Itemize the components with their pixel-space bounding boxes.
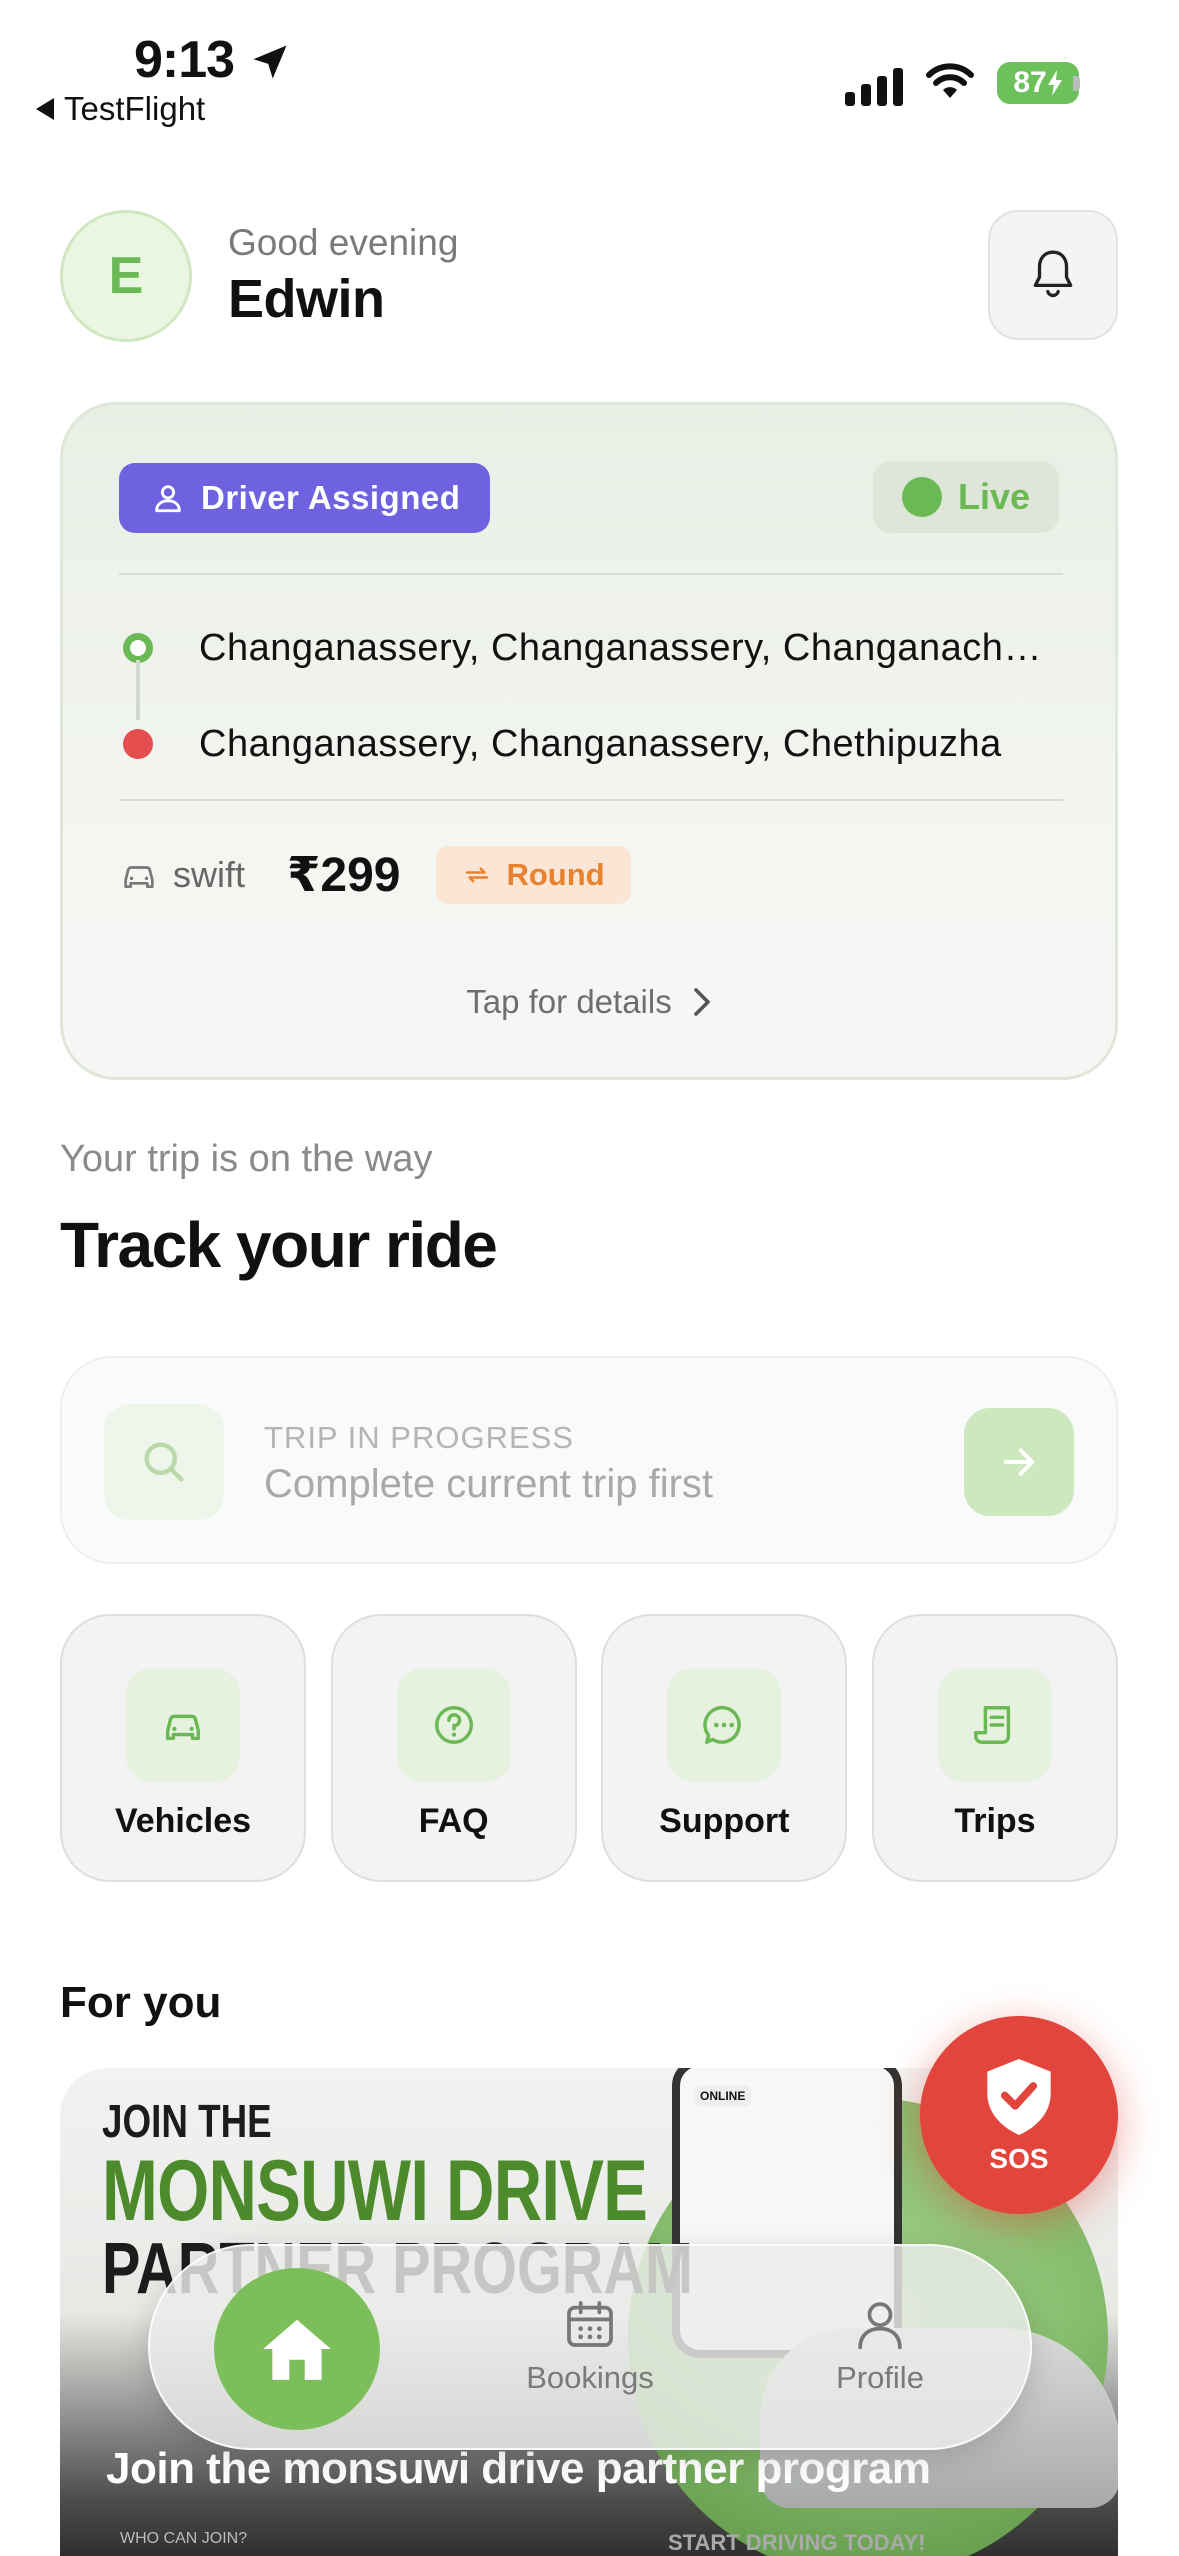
action-label: Trips (954, 1802, 1036, 1840)
action-label: Vehicles (114, 1802, 252, 1840)
question-icon (396, 1668, 511, 1782)
round-trip-badge: Round (436, 846, 631, 904)
back-app-label: TestFlight (64, 90, 206, 127)
action-label: FAQ (418, 1802, 489, 1840)
nav-profile[interactable]: Profile (780, 2296, 980, 2396)
wifi-icon (926, 63, 974, 98)
chat-icon (667, 1668, 782, 1782)
card-divider-bottom (119, 799, 1063, 801)
car-icon (126, 1668, 240, 1782)
nav-bookings[interactable]: Bookings (490, 2296, 690, 2396)
live-label: Live (957, 476, 1031, 517)
tap-for-details-link[interactable]: Tap for details (63, 983, 1115, 1021)
status-time: 9:13 (134, 31, 235, 89)
action-faq[interactable]: FAQ (330, 1614, 577, 1882)
pickup-row: Changanassery, Changanassery, Changanach… (119, 600, 1063, 696)
back-to-testflight[interactable]: TestFlight (36, 90, 205, 128)
complete-trip-message: Complete current trip first (264, 1462, 714, 1506)
promo-headline-1: JOIN THE (102, 2095, 272, 2147)
status-bar: 9:13 TestFlight 87 (0, 0, 1179, 140)
fare-amount: ₹299 (287, 849, 401, 902)
repeat-icon (466, 867, 489, 883)
home-icon (263, 2319, 331, 2380)
drop-marker-icon (123, 729, 153, 759)
trip-in-progress-label: TRIP IN PROGRESS (264, 1420, 574, 1455)
trip-in-progress-bar[interactable]: TRIP IN PROGRESS Complete current trip f… (60, 1356, 1118, 1564)
chevron-right-icon (693, 988, 710, 1016)
user-name: Edwin (228, 269, 385, 329)
live-dot-icon (901, 477, 942, 517)
quick-actions: Vehicles FAQ Support Trips (60, 1614, 1118, 1882)
arrow-right-icon (1003, 1448, 1035, 1476)
sos-button[interactable]: SOS (920, 2016, 1118, 2214)
sos-label: SOS (989, 2143, 1049, 2174)
location-arrow-icon (253, 45, 287, 79)
battery-level: 87 (1013, 66, 1047, 99)
live-badge: Live (873, 461, 1059, 533)
nav-home[interactable] (214, 2268, 380, 2430)
page-title: Track your ride (60, 1209, 498, 1281)
promo-footer-right: START DRIVING TODAY! (668, 2530, 926, 2555)
calendar-icon (567, 2301, 613, 2347)
receipt-icon (937, 1668, 1052, 1782)
action-trips[interactable]: Trips (871, 1614, 1118, 1882)
action-support[interactable]: Support (601, 1614, 848, 1882)
route-info: Changanassery, Changanassery, Changanach… (119, 600, 1063, 792)
promo-footer-left: WHO CAN JOIN? (120, 2530, 248, 2547)
driver-assigned-label: Driver Assigned (201, 479, 461, 516)
search-icon (104, 1404, 224, 1520)
pickup-marker-icon (123, 633, 153, 663)
avatar[interactable]: E (60, 210, 192, 342)
shield-check-icon (987, 2059, 1051, 2135)
vehicle-name: swift (173, 854, 245, 895)
action-label: Support (659, 1802, 790, 1840)
promo-caption: Join the monsuwi drive partner program (106, 2444, 931, 2493)
nav-profile-label: Profile (836, 2360, 924, 2395)
drop-address: Changanassery, Changanassery, Chethipuzh… (199, 722, 1002, 765)
back-triangle-icon (36, 98, 54, 120)
promo-headline-2: MONSUWI DRIVE (102, 2143, 648, 2239)
card-divider-top (119, 573, 1063, 575)
bell-icon (1033, 250, 1073, 298)
phone-online-label: ONLINE (694, 2086, 752, 2106)
trip-meta-row: swift ₹299 Round (119, 845, 631, 905)
profile-icon (858, 2302, 902, 2350)
nav-bookings-label: Bookings (526, 2360, 654, 2395)
driver-assigned-badge: Driver Assigned (119, 463, 491, 533)
pickup-address: Changanassery, Changanassery, Changanach… (199, 626, 1063, 669)
battery-cap (1073, 76, 1080, 91)
drop-row: Changanassery, Changanassery, Chethipuzh… (119, 696, 1063, 792)
details-label: Tap for details (466, 983, 672, 1020)
person-icon (155, 485, 181, 513)
battery-indicator: 87 (997, 62, 1079, 104)
notifications-button[interactable] (988, 210, 1118, 340)
for-you-heading: For you (60, 1978, 222, 2027)
bottom-navigation: Bookings Profile (148, 2244, 1032, 2450)
cellular-signal-icon (845, 66, 903, 106)
car-icon (124, 866, 154, 888)
proceed-button[interactable] (964, 1408, 1074, 1516)
trip-type-label: Round (506, 857, 605, 892)
active-trip-card[interactable]: Driver Assigned Live Changanassery, Chan… (60, 402, 1118, 1080)
action-vehicles[interactable]: Vehicles (60, 1614, 306, 1882)
charging-bolt-icon (1047, 70, 1062, 96)
trip-status-subtitle: Your trip is on the way (60, 1138, 433, 1180)
greeting-text: Good evening (228, 222, 459, 263)
